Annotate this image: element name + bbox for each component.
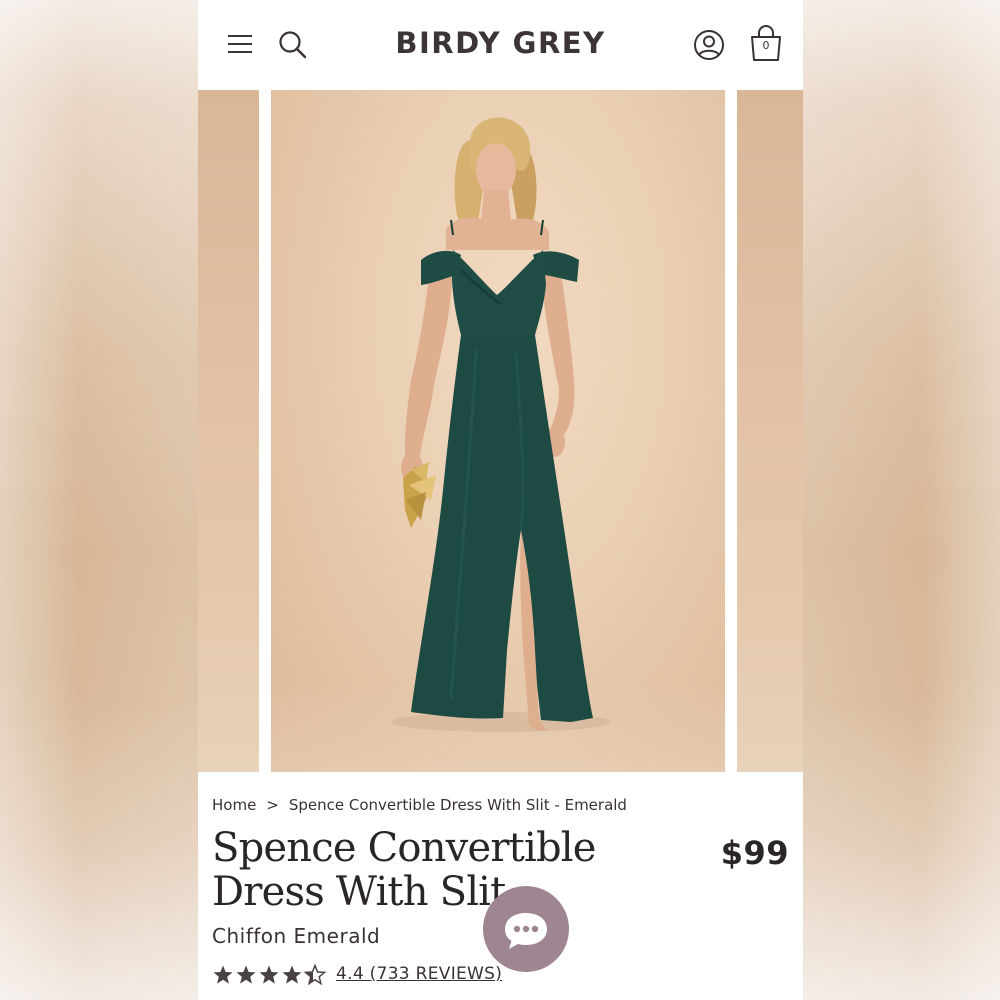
product-price: $99: [720, 834, 789, 872]
breadcrumb-home-link[interactable]: Home: [212, 796, 256, 814]
product-image[interactable]: [271, 90, 725, 772]
blurred-background-right: [803, 0, 1000, 1000]
carousel-next-slide[interactable]: [737, 90, 803, 772]
star-rating-icon: [213, 964, 326, 985]
model-in-dress-image: [391, 117, 611, 732]
reviews-link[interactable]: 4.4 (733 REVIEWS): [336, 964, 502, 984]
blurred-background-left: [0, 0, 198, 1000]
breadcrumb-current: Spence Convertible Dress With Slit - Eme…: [288, 796, 627, 814]
chat-button[interactable]: [483, 886, 569, 972]
mobile-page: BIRDY GREY 0 Home > Spence Convertible D…: [198, 0, 803, 1000]
product-title: Spence Convertible Dress With Slit: [212, 825, 596, 915]
chat-bubble-icon: [505, 913, 547, 949]
breadcrumb: Home > Spence Convertible Dress With Slit …: [212, 796, 627, 814]
shopping-bag-icon[interactable]: 0: [748, 24, 784, 62]
carousel-prev-slide[interactable]: [198, 90, 259, 772]
site-header: BIRDY GREY 0: [198, 0, 803, 90]
account-icon[interactable]: [693, 29, 725, 61]
cart-count-badge: 0: [762, 39, 770, 52]
breadcrumb-separator: >: [266, 796, 279, 814]
product-variant: Chiffon Emerald: [212, 924, 381, 948]
